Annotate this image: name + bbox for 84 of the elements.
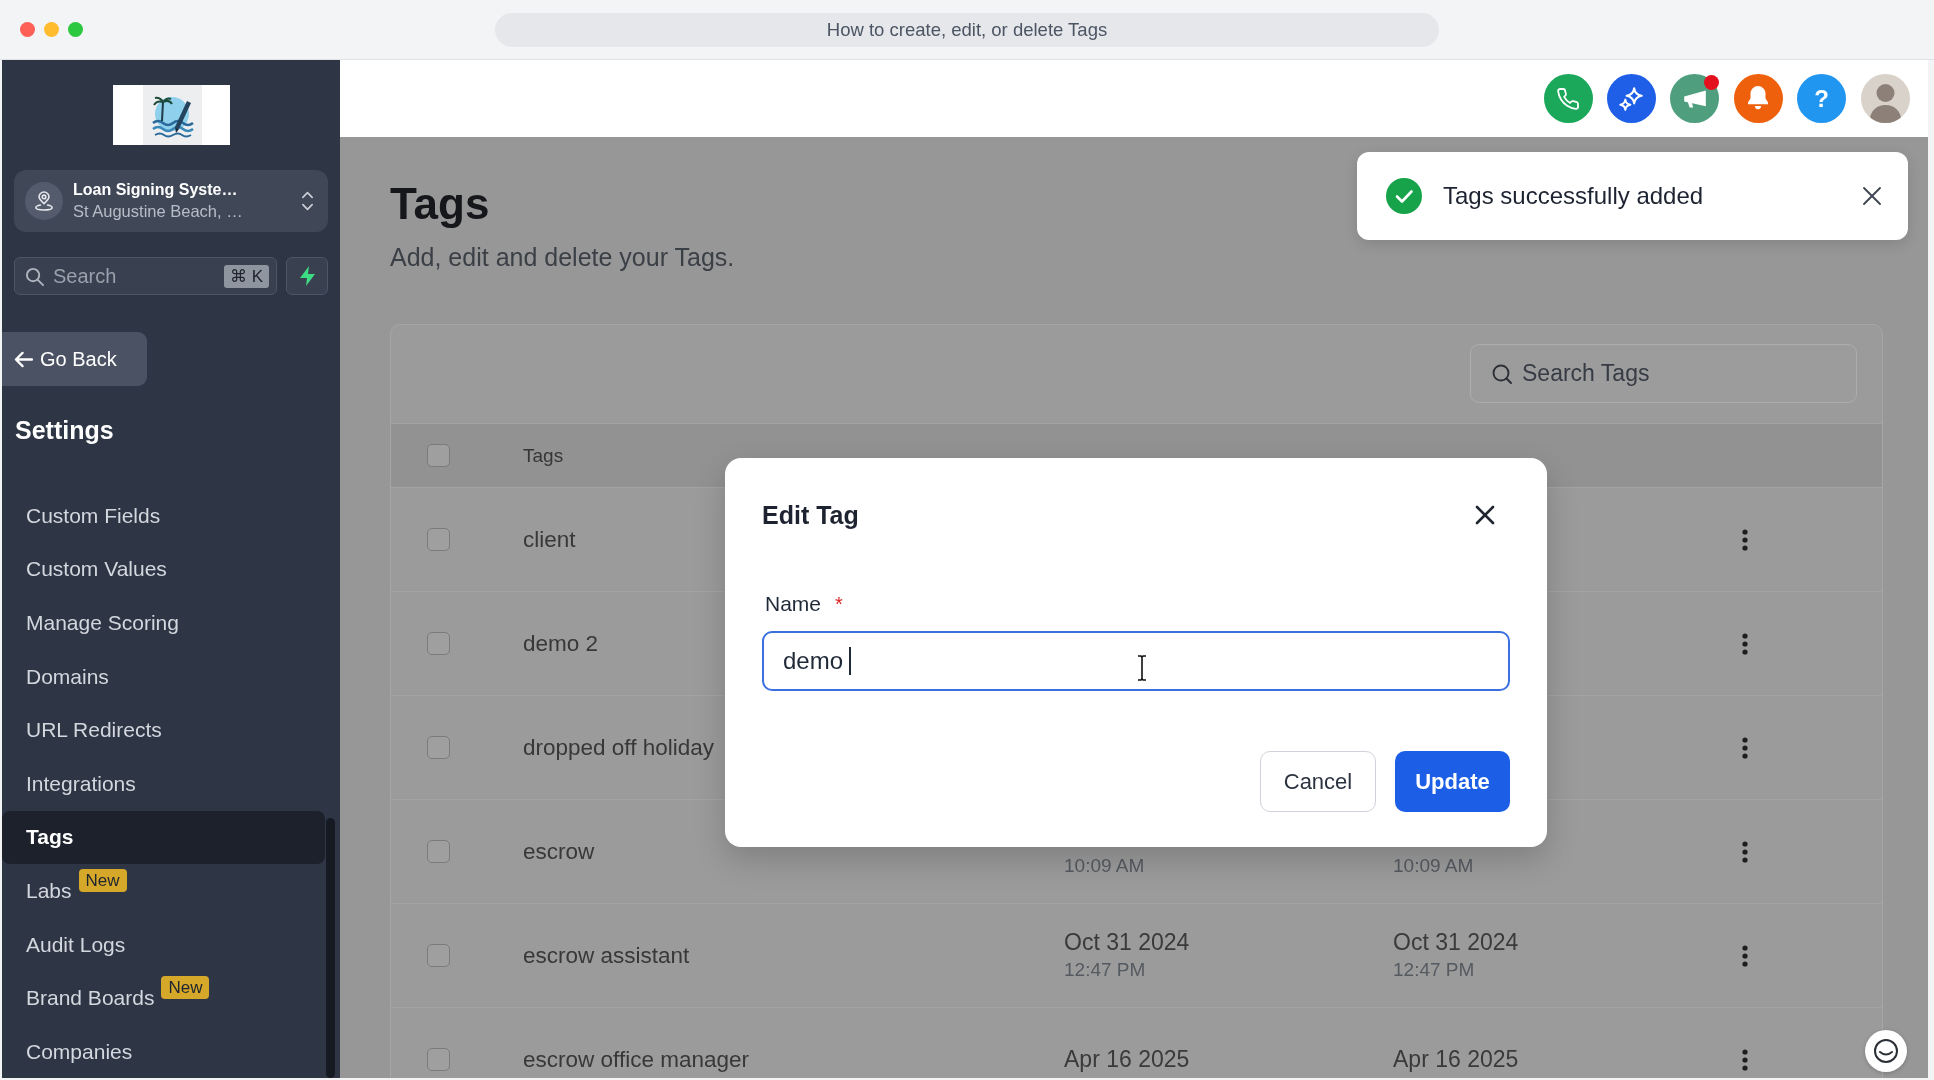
page-subtitle: Add, edit and delete your Tags. [390, 242, 735, 272]
updated-time: 12:47 PM [1393, 957, 1475, 982]
chat-icon [1873, 1038, 1899, 1064]
created-date: Apr 16 2025 [1064, 1046, 1190, 1073]
sidebar-item[interactable]: Brand Boards [26, 985, 155, 1012]
close-icon[interactable] [1475, 505, 1495, 525]
field-label: Name [765, 592, 822, 616]
search-tags-field[interactable]: Search Tags [1470, 344, 1857, 403]
sidebar-item[interactable]: Custom Values [26, 556, 167, 583]
sidebar-item[interactable]: Domains [26, 663, 109, 690]
go-back-button[interactable]: Go Back [2, 332, 147, 386]
more-options-icon[interactable] [1742, 736, 1748, 759]
lightning-button[interactable] [286, 257, 328, 295]
search-icon [1492, 363, 1512, 384]
announcements-button[interactable] [1670, 74, 1720, 123]
checkbox[interactable] [427, 632, 450, 655]
checkbox[interactable] [427, 944, 450, 967]
checkbox[interactable] [427, 1048, 450, 1071]
bell-icon [1748, 86, 1769, 111]
account-location: St Augustine Beach, … [73, 201, 243, 222]
scrollbar-thumb[interactable] [326, 818, 335, 1078]
tag-name: dropped off holiday [523, 734, 714, 761]
sidebar-item[interactable]: Tags [2, 810, 325, 865]
address-bar[interactable]: How to create, edit, or delete Tags [495, 12, 1439, 47]
text-cursor-icon [849, 647, 852, 675]
checkbox[interactable] [427, 528, 450, 551]
sidebar-item[interactable]: Custom Fields [26, 502, 161, 529]
ai-assistant-button[interactable] [1606, 74, 1656, 123]
more-options-icon[interactable] [1742, 528, 1748, 551]
location-pin-icon [25, 182, 63, 220]
tag-name: escrow [523, 838, 595, 865]
sidebar-item[interactable]: Integrations [26, 770, 136, 797]
sparkles-icon [1619, 86, 1644, 111]
call-button[interactable] [1543, 74, 1593, 123]
avatar-button[interactable] [1860, 74, 1910, 123]
tag-name: client [523, 526, 576, 553]
toast-message: Tags successfully added [1443, 182, 1705, 210]
created-time: 10:09 AM [1064, 853, 1145, 878]
sidebar-item[interactable]: Manage Scoring [26, 610, 179, 636]
more-options-icon[interactable] [1742, 944, 1748, 967]
required-mark: * [835, 592, 843, 616]
column-header[interactable]: Tags [523, 444, 564, 467]
section-title: Settings [15, 415, 114, 445]
i-beam-pointer-icon [1136, 655, 1148, 681]
tag-name: demo 2 [523, 630, 599, 657]
close-icon[interactable] [1862, 186, 1882, 206]
more-options-icon[interactable] [1742, 840, 1748, 863]
arrow-left-icon [14, 350, 33, 368]
dialog-title: Edit Tag [762, 500, 859, 530]
created-date: Oct 31 2024 [1064, 928, 1190, 956]
cancel-button[interactable]: Cancel [1260, 751, 1376, 812]
more-options-icon[interactable] [1742, 632, 1748, 655]
more-options-icon[interactable] [1742, 1048, 1748, 1071]
checkbox[interactable] [427, 444, 450, 467]
notifications-button[interactable] [1733, 74, 1783, 123]
chevron-up-down-icon [301, 190, 314, 212]
account-switcher[interactable]: Loan Signing Syste… St Augustine Beach, … [14, 170, 328, 232]
sidebar-item[interactable]: URL Redirects [26, 717, 162, 744]
name-input[interactable]: demo [762, 631, 1510, 691]
check-circle-icon [1386, 178, 1422, 214]
tag-name: escrow office manager [523, 1046, 749, 1073]
updated-date: Oct 31 2024 [1393, 928, 1519, 956]
created-time: 12:47 PM [1064, 957, 1146, 982]
maximize-window-icon[interactable] [68, 22, 83, 37]
page-title: Tags [390, 180, 490, 228]
phone-icon [1557, 87, 1580, 110]
search-field[interactable]: Search ⌘ K [14, 257, 277, 295]
sidebar-item[interactable]: Labs [26, 877, 72, 904]
checkbox[interactable] [427, 736, 450, 759]
sidebar-item[interactable]: Companies [26, 1038, 133, 1065]
lightning-icon [299, 266, 315, 286]
updated-date: Apr 16 2025 [1393, 1046, 1519, 1073]
new-label: New [161, 975, 210, 999]
update-button[interactable]: Update [1395, 751, 1510, 812]
megaphone-icon [1682, 89, 1707, 108]
checkbox[interactable] [427, 840, 450, 863]
sidebar-item[interactable]: Audit Logs [26, 931, 126, 958]
account-name: Loan Signing Syste… [73, 180, 238, 200]
updated-time: 10:09 AM [1393, 853, 1474, 878]
keyboard-shortcut: ⌘ K [223, 264, 269, 288]
close-window-icon[interactable] [20, 22, 35, 37]
new-label: New [78, 868, 127, 892]
tag-name: escrow assistant [523, 942, 690, 969]
search-icon [25, 266, 44, 286]
